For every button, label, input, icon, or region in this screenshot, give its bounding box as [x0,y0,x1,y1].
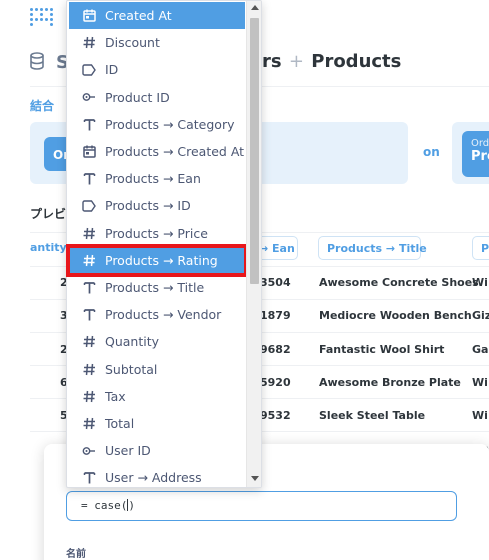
join-right-chip-label: Pro [471,149,489,164]
join-right-chip-caption: Ord [471,138,489,149]
join-right-table-chip[interactable]: Ord Pro [462,131,489,177]
foreign-key-icon [81,443,97,459]
expression-text: = case( [81,499,128,512]
foreign-key-icon [81,89,97,105]
column-header-title[interactable]: Products → Title [318,236,427,260]
page-title-plus: + [288,51,304,72]
column-option-label: Created At [105,8,172,24]
column-option-label: Tax [105,388,126,404]
column-option-label: Products → Rating [105,252,218,268]
column-option-subtotal[interactable]: Subtotal [67,355,247,382]
column-option-products-created-at[interactable]: Products → Created At [67,138,247,165]
number-icon [81,388,97,404]
number-icon [81,415,97,431]
cell-ean: 9682 [260,343,291,356]
number-icon [81,225,97,241]
column-option-label: Product ID [105,89,170,105]
text-icon [81,307,97,323]
page-title-fragment: rs [262,51,282,72]
expression-input[interactable]: = case() [66,491,457,521]
scroll-up-arrow-icon[interactable] [251,5,259,10]
cell-title: Fantastic Wool Shirt [319,343,445,356]
page-title: rs + Products [262,51,401,72]
column-option-label: ID [105,62,119,78]
calendar-icon [81,144,97,160]
column-option-label: Products → Created At [105,144,245,160]
name-field-label: 名前 [66,549,86,560]
cell-ean: 3504 [260,276,291,289]
column-option-label: Products → Title [105,279,205,295]
text-icon [81,279,97,295]
column-option-quantity[interactable]: Quantity [67,328,247,355]
text-icon [81,171,97,187]
scroll-down-arrow-icon[interactable] [251,476,259,481]
calendar-icon [81,8,97,24]
id-tag-icon [81,198,97,214]
column-option-created-at[interactable]: Created At [69,2,245,30]
join-section-label: 結合 [30,99,55,113]
column-option-label: User → Address [105,470,202,486]
column-option-discount[interactable]: Discount [67,29,247,56]
column-option-total[interactable]: Total [67,410,247,437]
metabase-logo [30,8,54,28]
dropdown-scrollbar[interactable] [246,1,261,487]
cell-ean: 1879 [260,309,291,322]
column-option-user-address[interactable]: User → Address [67,464,247,491]
column-option-user-id[interactable]: User ID [67,437,247,464]
cell-title: Awesome Bronze Plate [319,376,461,389]
column-option-id[interactable]: ID [67,56,247,83]
column-option-label: Discount [105,35,160,51]
column-option-tax[interactable]: Tax [67,383,247,410]
preview-section-label: プレビ [30,207,67,221]
cell-ean: 9532 [260,409,291,422]
number-icon [81,252,97,268]
number-icon [81,35,97,51]
text-icon [81,470,97,486]
page-title-table: Products [311,51,402,72]
column-option-products-vendor[interactable]: Products → Vendor [67,301,247,328]
cell-vendor: Ga [472,343,489,356]
cell-ean: 5920 [260,376,291,389]
column-header-vendor[interactable]: P [472,236,489,260]
column-option-label: Subtotal [105,361,158,377]
expression-closing-paren: ) [128,499,135,512]
column-option-label: Total [105,415,135,431]
cell-vendor: Giz [472,309,489,322]
column-option-label: User ID [105,443,151,459]
cell-title: Sleek Steel Table [319,409,426,422]
number-icon [81,334,97,350]
column-option-products-rating[interactable]: Products → Rating [66,243,248,277]
column-option-products-category[interactable]: Products → Category [67,111,247,138]
cell-title: Awesome Concrete Shoes [319,276,479,289]
column-header-quantity[interactable]: antity [16,236,68,260]
database-icon [30,52,44,74]
id-tag-icon [81,62,97,78]
column-option-label: Quantity [105,334,160,350]
column-option-label: Products → Category [105,116,235,132]
column-option-label: Products → Vendor [105,307,222,323]
cell-vendor: Wi [472,376,488,389]
cell-vendor: Wi [472,276,488,289]
cell-title: Mediocre Wooden Bench [319,309,472,322]
column-option-label: Products → ID [105,198,191,214]
column-option-products-ean[interactable]: Products → Ean [67,165,247,192]
join-on-label: on [423,145,440,159]
column-suggestion-dropdown[interactable]: Created At Discount ID Product ID Products →… [66,0,262,488]
column-option-label: Products → Ean [105,171,201,187]
column-option-label: Products → Price [105,225,208,241]
scrollbar-thumb[interactable] [250,18,259,284]
column-option-products-price[interactable]: Products → Price [67,220,247,247]
number-icon [81,361,97,377]
suggestion-list: Created At Discount ID Product ID Products →… [66,2,248,491]
column-option-product-id[interactable]: Product ID [67,84,247,111]
cell-vendor: Wi [472,409,488,422]
text-icon [81,116,97,132]
column-option-products-title[interactable]: Products → Title [67,274,247,301]
column-option-products-id[interactable]: Products → ID [67,192,247,219]
